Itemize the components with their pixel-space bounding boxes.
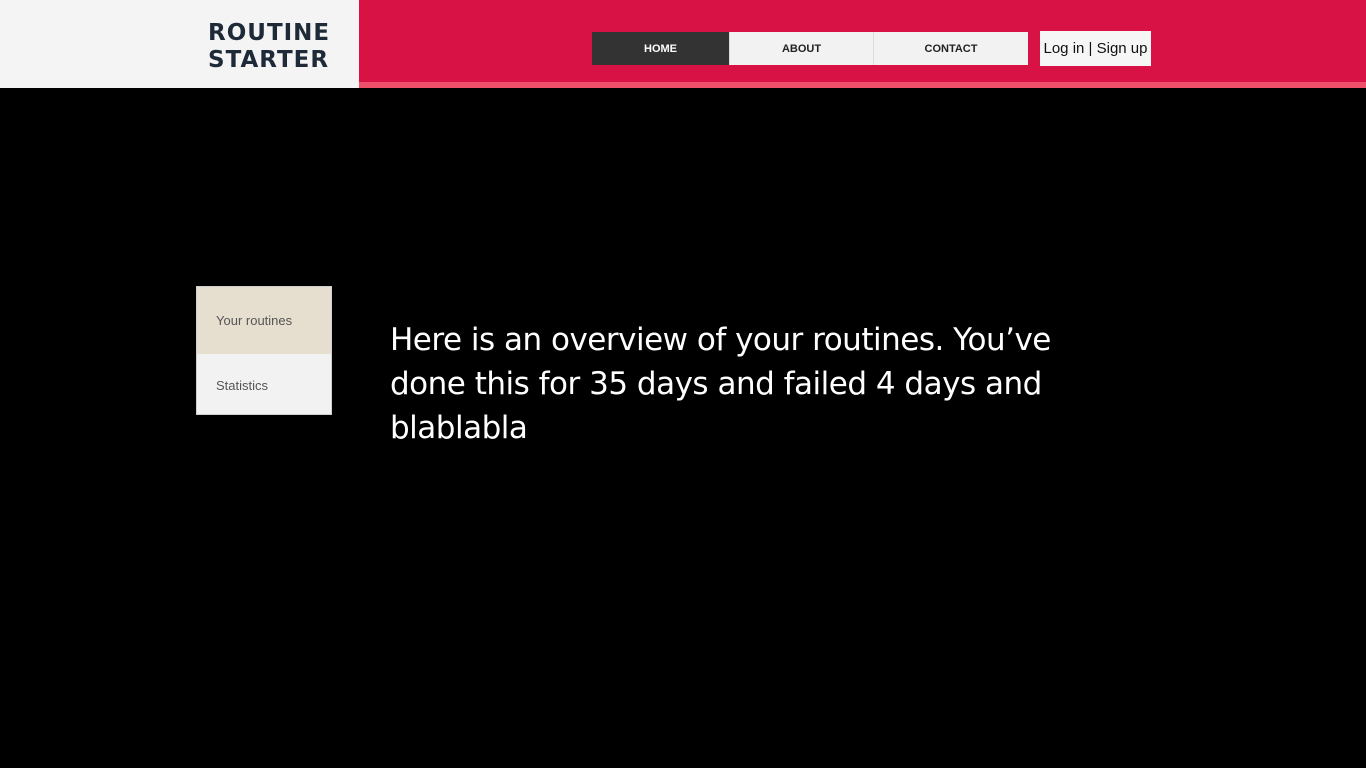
logo-line-1: ROUTINE (208, 20, 331, 46)
header-accent-strip (359, 82, 1366, 88)
sidebar-menu: Your routines Statistics (196, 286, 332, 415)
logo[interactable]: ROUTINE STARTER (208, 20, 330, 74)
nav-about[interactable]: ABOUT (730, 32, 874, 65)
page: ROUTINE STARTER HOME ABOUT CONTACT Log i… (0, 0, 1366, 768)
logo-area: ROUTINE STARTER (0, 0, 359, 88)
sidebar-item-your-routines[interactable]: Your routines (197, 287, 331, 354)
header: ROUTINE STARTER HOME ABOUT CONTACT Log i… (0, 0, 1366, 88)
login-signup-button[interactable]: Log in | Sign up (1040, 31, 1151, 66)
overview-text: Here is an overview of your routines. Yo… (390, 322, 1051, 446)
nav-contact[interactable]: CONTACT (874, 32, 1028, 65)
sidebar-item-statistics[interactable]: Statistics (197, 354, 331, 417)
logo-line-2: STARTER (208, 47, 330, 73)
main-nav: HOME ABOUT CONTACT (592, 32, 1028, 65)
nav-home[interactable]: HOME (592, 32, 730, 65)
